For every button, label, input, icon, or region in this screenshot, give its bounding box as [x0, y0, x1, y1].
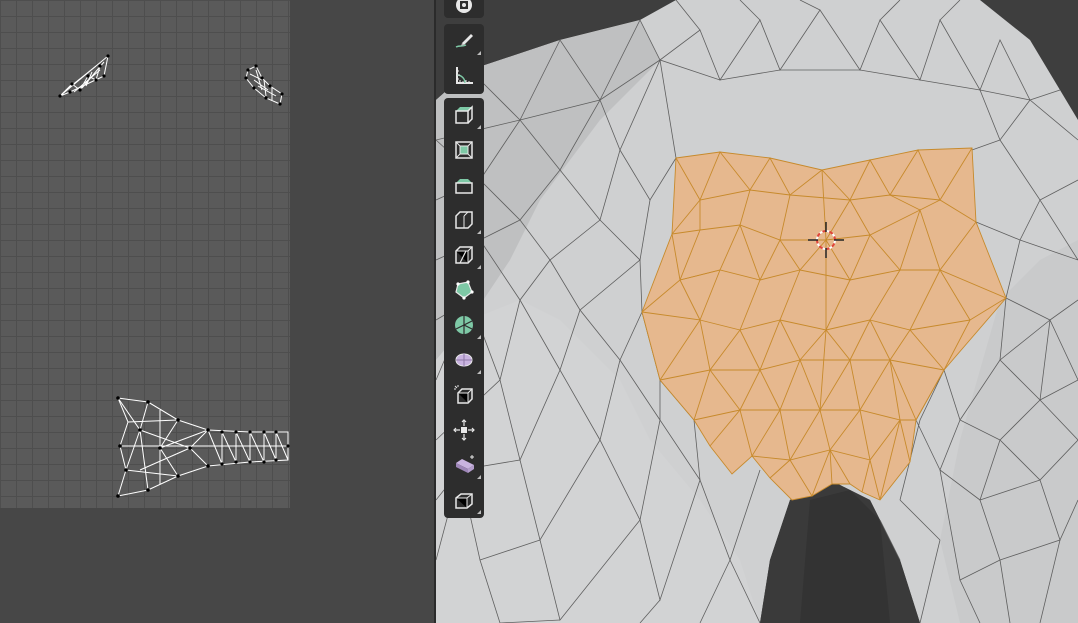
- shear-tool[interactable]: [444, 448, 484, 482]
- uv-island-arm-left[interactable]: [59, 54, 109, 97]
- tweak-tool[interactable]: [444, 0, 484, 22]
- shrink-fatten-tool[interactable]: [444, 413, 484, 447]
- rip-region-tool[interactable]: [444, 483, 484, 517]
- smooth-icon: [455, 353, 473, 367]
- extrude-region-tool[interactable]: [444, 133, 484, 167]
- loop-cut-tool[interactable]: [444, 238, 484, 272]
- pencil-icon: [455, 34, 473, 48]
- edge-slide-icon: [454, 385, 473, 404]
- shear-icon: [456, 455, 474, 473]
- add-cube-tool[interactable]: [444, 98, 484, 132]
- annotate-tool[interactable]: [444, 24, 484, 58]
- smooth-tool[interactable]: [444, 343, 484, 377]
- uv-editor-panel[interactable]: [0, 0, 434, 623]
- measure-tool[interactable]: [444, 58, 484, 92]
- uv-grid[interactable]: [0, 0, 290, 508]
- uv-island-pelvis[interactable]: [117, 397, 289, 497]
- 3d-viewport[interactable]: [436, 0, 1078, 623]
- tool-group-mesh: [444, 98, 484, 518]
- loop-cut-icon: [455, 246, 473, 264]
- uv-island-arm-right[interactable]: [245, 65, 283, 105]
- inset-faces-tool[interactable]: [444, 168, 484, 202]
- bevel-icon: [455, 211, 473, 229]
- shrink-fatten-icon: [453, 419, 475, 441]
- edge-slide-tool[interactable]: [444, 378, 484, 412]
- inset-icon: [455, 179, 473, 194]
- tool-group-annotate: [444, 24, 484, 94]
- rip-icon: [455, 493, 473, 509]
- bevel-tool[interactable]: [444, 203, 484, 237]
- spin-icon: [455, 316, 473, 334]
- poly-build-tool[interactable]: [444, 308, 484, 342]
- cube-add-icon: [455, 105, 473, 124]
- knife-icon: [455, 280, 474, 300]
- tool-group-select: [444, 0, 484, 18]
- ruler-icon: [456, 67, 473, 84]
- knife-tool[interactable]: [444, 273, 484, 307]
- cursor-icon: [456, 0, 472, 13]
- extrude-icon: [455, 141, 473, 159]
